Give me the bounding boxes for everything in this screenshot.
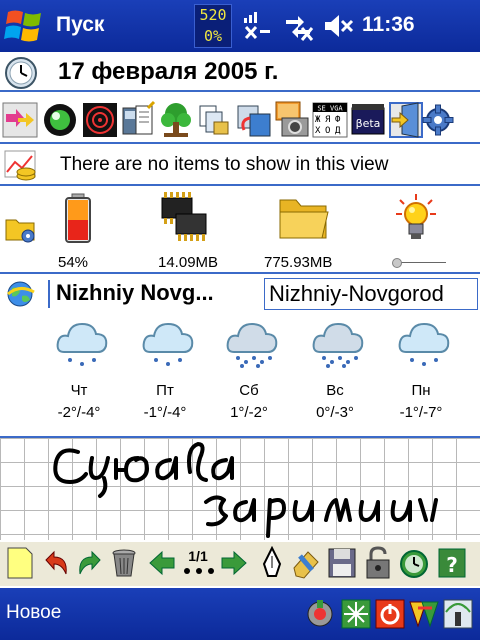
forecast-day[interactable]: Пт -1°/-4° [122,316,208,426]
help-icon[interactable]: ? [436,546,468,580]
beta-label: βeta [356,117,381,130]
svg-text:Ж: Ж [315,115,321,125]
forecast-day[interactable]: Сб 1°/-2° [206,316,292,426]
storage-free: 775.93MB [264,254,333,271]
storage-folder-icon[interactable] [276,192,332,244]
brightness-bulb-icon[interactable] [390,192,446,244]
heavy-snow-cloud-icon [224,316,280,370]
snow-cloud-icon [396,316,452,370]
files-icon[interactable] [196,100,232,140]
volume-mute-icon[interactable] [322,10,354,42]
door-icon[interactable] [388,100,424,140]
tasks-empty-message: There are no items to show in this view [60,154,389,175]
forecast-temperature: -2°/-4° [57,404,101,421]
handwriting-notepad[interactable] [0,436,480,540]
forecast-temperature: -1°/-4° [143,404,187,421]
svg-text:?: ? [446,553,458,577]
power-tray-icon[interactable] [374,598,406,630]
handwritten-ink [53,442,438,538]
memory-chip-icon[interactable] [156,192,212,244]
notes-icon[interactable] [120,100,156,140]
page-indicator: 1/1 [188,548,208,564]
save-icon[interactable] [326,546,358,580]
quick-launch-bar: SE VGA Ж Я Ф X O Д βeta [0,96,480,144]
next-page-icon[interactable] [218,546,250,580]
contacts-icon[interactable] [42,100,78,140]
camera-icon[interactable] [274,100,310,140]
explorer-icon[interactable] [2,100,38,140]
notes-toolbar: 1/1 ? [0,542,480,586]
forecast-temperature: -1°/-7° [399,404,443,421]
transfer-icon[interactable] [236,100,272,140]
se-vga-label: SE VGA [317,105,343,113]
svg-text:Д: Д [335,126,341,136]
redo-icon[interactable] [74,546,106,580]
soft-key-bar: Новое [0,588,480,640]
forecast-day-label: Чт [70,382,88,399]
svg-text:O: O [325,126,330,136]
forecast-day[interactable]: Чт -2°/-4° [36,316,122,426]
new-note-icon[interactable] [4,546,36,580]
start-menu-label[interactable]: Пуск [56,13,104,37]
brightness-slider-track [398,262,446,263]
forecast-day[interactable]: Вс 0°/-3° [292,316,378,426]
beta-icon[interactable]: βeta [350,100,386,140]
system-status-row: 54% 14.09MB 775.93MB [0,188,480,274]
weather-globe-icon[interactable] [4,278,38,310]
network-status-icon[interactable] [304,598,336,630]
battery-level: 54% [58,254,89,271]
folder-settings-icon[interactable] [4,212,38,246]
battery-icon[interactable] [52,192,108,244]
svg-text:Я: Я [325,115,330,125]
pen-icon[interactable] [256,545,288,580]
svg-text:X: X [315,126,321,136]
page-dots-icon [182,564,216,578]
today-date-row[interactable]: 17 февраля 2005 г. [0,52,480,92]
forecast-day-label: Пн [411,382,431,399]
alarm-clock-icon[interactable] [398,546,430,580]
windows-start-icon[interactable] [4,6,46,46]
tasks-row[interactable]: There are no items to show in this view [0,146,480,186]
forecast-day[interactable]: Пн -1°/-7° [378,316,464,426]
brightness-slider-thumb[interactable] [392,258,402,268]
memory-counter[interactable]: 520 0% [194,4,232,48]
snow-cloud-icon [54,316,110,370]
forecast-day-label: Вс [326,382,344,399]
radar-icon[interactable] [82,100,118,140]
tasks-chart-icon [4,150,38,182]
clock-icon [4,56,38,90]
weather-separator [48,280,50,308]
lock-icon[interactable] [362,546,394,580]
trash-icon[interactable] [108,546,140,580]
tools-tray-icon[interactable] [408,598,440,630]
gear-icon[interactable] [422,100,458,140]
forecast-temperature: 0°/-3° [316,404,354,421]
eraser-icon[interactable] [290,546,322,580]
forecast-day-label: Пт [156,382,174,399]
signal-off-icon[interactable] [242,10,274,42]
weather-city[interactable]: Nizhniy Novg... [56,280,260,306]
svg-text:Ф: Ф [335,115,341,125]
title-bar: Пуск 520 0% 11:36 [0,0,480,52]
brightness-slider[interactable] [392,258,446,268]
forecast-temperature: 1°/-2° [230,404,268,421]
snow-cloud-icon [140,316,196,370]
bluetooth-tray-icon[interactable] [340,598,372,630]
forecast-day-label: Сб [239,382,259,399]
heavy-snow-cloud-icon [310,316,366,370]
weather-header: Nizhniy Novg... Nizhniy-Novgorod [0,276,480,312]
connectivity-icon[interactable] [282,10,314,42]
tree-icon[interactable] [158,100,194,140]
counter-top-value: 520 [199,6,227,24]
se-vga-icon[interactable]: SE VGA Ж Я Ф X O Д [312,100,348,140]
clock[interactable]: 11:36 [362,13,415,37]
weather-location-field[interactable]: Nizhniy-Novgorod [264,278,478,310]
previous-page-icon[interactable] [146,546,178,580]
new-soft-key[interactable]: Новое [6,602,61,624]
wireless-tray-icon[interactable] [442,598,474,630]
undo-icon[interactable] [40,546,72,580]
counter-bottom-value: 0% [203,27,223,45]
today-date: 17 февраля 2005 г. [58,58,279,85]
memory-free: 14.09MB [158,254,219,271]
